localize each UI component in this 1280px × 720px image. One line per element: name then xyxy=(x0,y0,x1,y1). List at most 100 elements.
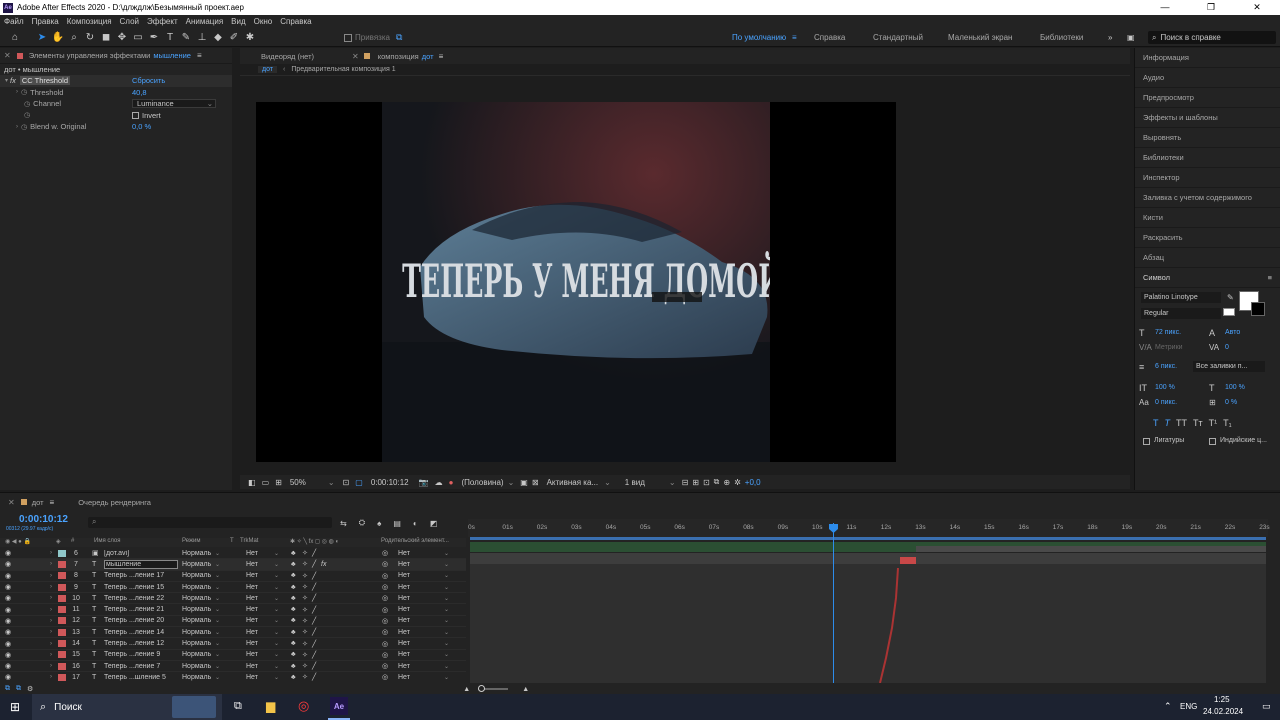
clock-date[interactable]: 24.02.2024 xyxy=(1203,707,1243,716)
workspace-small-screen[interactable]: Маленький экран xyxy=(948,33,1012,42)
layer-row[interactable]: ◉ › 10 T Теперь ...ление 22 Нормаль ⌄ Не… xyxy=(0,593,466,605)
layer-parent-dropdown[interactable]: Нет xyxy=(398,550,410,557)
layer-row[interactable]: ◉ › 12 T Теперь ...ление 20 Нормаль ⌄ Не… xyxy=(0,616,466,628)
layer-name[interactable]: Теперь ...ление 21 xyxy=(104,606,178,613)
tsume-value[interactable]: 0 % xyxy=(1225,399,1237,406)
fx-icon[interactable]: fx xyxy=(10,76,16,85)
camera-dropdown[interactable]: Активная ка... xyxy=(547,478,599,487)
layer-parent-dropdown[interactable]: Нет xyxy=(398,640,410,647)
layer-row[interactable]: ◉ › 8 T Теперь ...ление 17 Нормаль ⌄ Нет… xyxy=(0,571,466,582)
effect-name[interactable]: CC Threshold xyxy=(19,76,70,86)
comp-timecode[interactable]: 0:00:10:12 xyxy=(371,478,409,487)
comp-mini-flowchart-icon[interactable]: ⇆ xyxy=(340,519,347,528)
visibility-eye-icon[interactable]: ◉ xyxy=(5,549,11,557)
font-family-dropdown[interactable]: Palatino Linotype xyxy=(1141,292,1221,303)
collapse-switch-icon[interactable]: ✧ xyxy=(302,662,308,670)
expand-effect-icon[interactable]: ▾ xyxy=(5,77,8,84)
notifications-icon[interactable]: ▭ xyxy=(1262,701,1271,712)
timeline-lock-icon[interactable] xyxy=(20,499,27,505)
file-explorer-icon[interactable]: ▆ xyxy=(266,699,275,713)
minimize-icon[interactable]: — xyxy=(1142,0,1188,15)
timeline-tab-comp[interactable]: дот xyxy=(32,498,44,507)
layer-label-color[interactable] xyxy=(58,673,66,681)
camera-tool-icon[interactable]: ◼ xyxy=(99,31,113,45)
stroke-color-swatch[interactable] xyxy=(1251,302,1265,316)
layer-name[interactable]: Теперь ...шление 5 xyxy=(104,674,178,681)
puppet-tool-icon[interactable]: ✱ xyxy=(243,31,257,45)
col-t[interactable]: T xyxy=(230,538,234,544)
no-fill-icon[interactable] xyxy=(1223,308,1235,316)
panel-content-aware-fill[interactable]: Заливка с учетом содержимого xyxy=(1135,188,1280,208)
quality-switch-icon[interactable]: ╱ xyxy=(312,594,316,602)
quality-switch-icon[interactable]: ╱ xyxy=(312,640,316,648)
layer-trkmat-dropdown[interactable]: Нет xyxy=(246,674,258,681)
expand-layer-icon[interactable]: › xyxy=(50,663,52,669)
expand-layer-icon[interactable]: › xyxy=(50,618,52,624)
quality-switch-icon[interactable]: ╱ xyxy=(312,572,316,580)
fx-switch-icon[interactable]: fx xyxy=(321,561,326,568)
pick-whip-icon[interactable]: ◎ xyxy=(382,560,388,568)
color-channel-icon[interactable]: ● xyxy=(449,478,454,487)
layer-mode-dropdown[interactable]: Нормаль xyxy=(182,606,211,613)
col-parent[interactable]: Родительский элемент... xyxy=(381,538,449,544)
fast-preview-icon[interactable]: ⧉ xyxy=(714,477,720,487)
shy-switch-icon[interactable]: ♣ xyxy=(291,606,296,613)
visibility-eye-icon[interactable]: ◉ xyxy=(5,617,11,625)
visibility-eye-icon[interactable]: ◉ xyxy=(5,606,11,614)
pick-whip-icon[interactable]: ◎ xyxy=(382,594,388,602)
panel-paragraph[interactable]: Абзац xyxy=(1135,248,1280,268)
stopwatch-icon[interactable]: ◷ xyxy=(24,100,30,108)
menu-file[interactable]: Файл xyxy=(0,15,28,29)
layer-name[interactable]: Теперь ...ление 9 xyxy=(104,651,178,658)
pick-whip-icon[interactable]: ◎ xyxy=(382,617,388,625)
pixel-aspect-icon[interactable]: ⊡ xyxy=(703,478,710,487)
roto-brush-tool-icon[interactable]: ✐ xyxy=(227,31,241,45)
menu-view[interactable]: Вид xyxy=(227,15,249,29)
reset-button[interactable]: Сбросить xyxy=(132,76,165,85)
channel-dropdown[interactable]: Luminance ⌄ xyxy=(132,99,216,109)
shy-switch-icon[interactable]: ♣ xyxy=(291,584,296,591)
shy-switch-icon[interactable]: ♣ xyxy=(291,640,296,647)
resolution-dropdown[interactable]: (Половина) xyxy=(461,478,503,487)
snap-options-icon[interactable]: ⧉ xyxy=(396,32,402,43)
shy-switch-icon[interactable]: ♣ xyxy=(291,629,296,636)
shy-switch-icon[interactable]: ♣ xyxy=(291,663,296,670)
close-panel-icon[interactable]: ✕ xyxy=(4,51,11,60)
layer-name[interactable]: Теперь ...ление 17 xyxy=(104,572,178,579)
expand-layer-icon[interactable]: › xyxy=(50,607,52,613)
eraser-tool-icon[interactable]: ◆ xyxy=(211,31,225,45)
visibility-eye-icon[interactable]: ◉ xyxy=(5,673,11,681)
subscript-button[interactable]: T₁ xyxy=(1223,418,1232,428)
layer-parent-dropdown[interactable]: Нет xyxy=(398,561,410,568)
visibility-eye-icon[interactable]: ◉ xyxy=(5,640,11,648)
layer-trkmat-dropdown[interactable]: Нет xyxy=(246,663,258,670)
expand-layer-icon[interactable]: › xyxy=(50,584,52,590)
monitor-icon[interactable]: ▭ xyxy=(262,478,270,487)
collapse-switch-icon[interactable]: ✧ xyxy=(302,560,308,568)
tab-footage[interactable]: Видеоряд (нет) xyxy=(261,52,314,61)
kerning-value[interactable]: Метрики xyxy=(1155,344,1183,351)
layer-row[interactable]: ◉ › 6 ▣ [дот.avi] Нормаль ⌄ Нет ⌄ ♣ ✧ ╱ … xyxy=(0,548,466,560)
comp-settings-icon[interactable]: ⧉ xyxy=(5,685,10,693)
exposure-reset-icon[interactable]: ✲ xyxy=(734,478,741,487)
layer-row[interactable]: ◉ › 7 T мышление Нормаль ⌄ Нет ⌄ ♣ ✧ ╱ f… xyxy=(0,559,466,571)
layer-trkmat-dropdown[interactable]: Нет xyxy=(246,561,258,568)
hindi-digits-checkbox[interactable] xyxy=(1209,438,1216,445)
stroke-width-value[interactable]: 6 пикс. xyxy=(1155,363,1177,370)
visibility-eye-icon[interactable]: ◉ xyxy=(5,628,11,636)
quality-switch-icon[interactable]: ╱ xyxy=(312,662,316,670)
mask-view-icon[interactable]: ⊞ xyxy=(275,478,282,487)
breadcrumb-active[interactable]: дот xyxy=(258,66,278,73)
close-icon[interactable]: ✕ xyxy=(1234,0,1280,15)
pan-behind-tool-icon[interactable]: ✥ xyxy=(115,31,129,45)
param-blend-value[interactable]: 0,0 % xyxy=(132,122,151,131)
expand-layer-icon[interactable]: › xyxy=(50,641,52,647)
pick-whip-icon[interactable]: ◎ xyxy=(382,640,388,648)
layer-name[interactable]: Теперь ...ление 22 xyxy=(104,595,178,602)
effect-header-row[interactable]: ▾ fx CC Threshold Сбросить xyxy=(0,75,232,87)
baseline-shift-value[interactable]: 0 пикс. xyxy=(1155,399,1177,406)
layer-label-color[interactable] xyxy=(58,606,66,614)
lock-icon[interactable] xyxy=(16,52,23,59)
layer-label-color[interactable] xyxy=(58,572,66,580)
layer-label-color[interactable] xyxy=(58,640,66,648)
